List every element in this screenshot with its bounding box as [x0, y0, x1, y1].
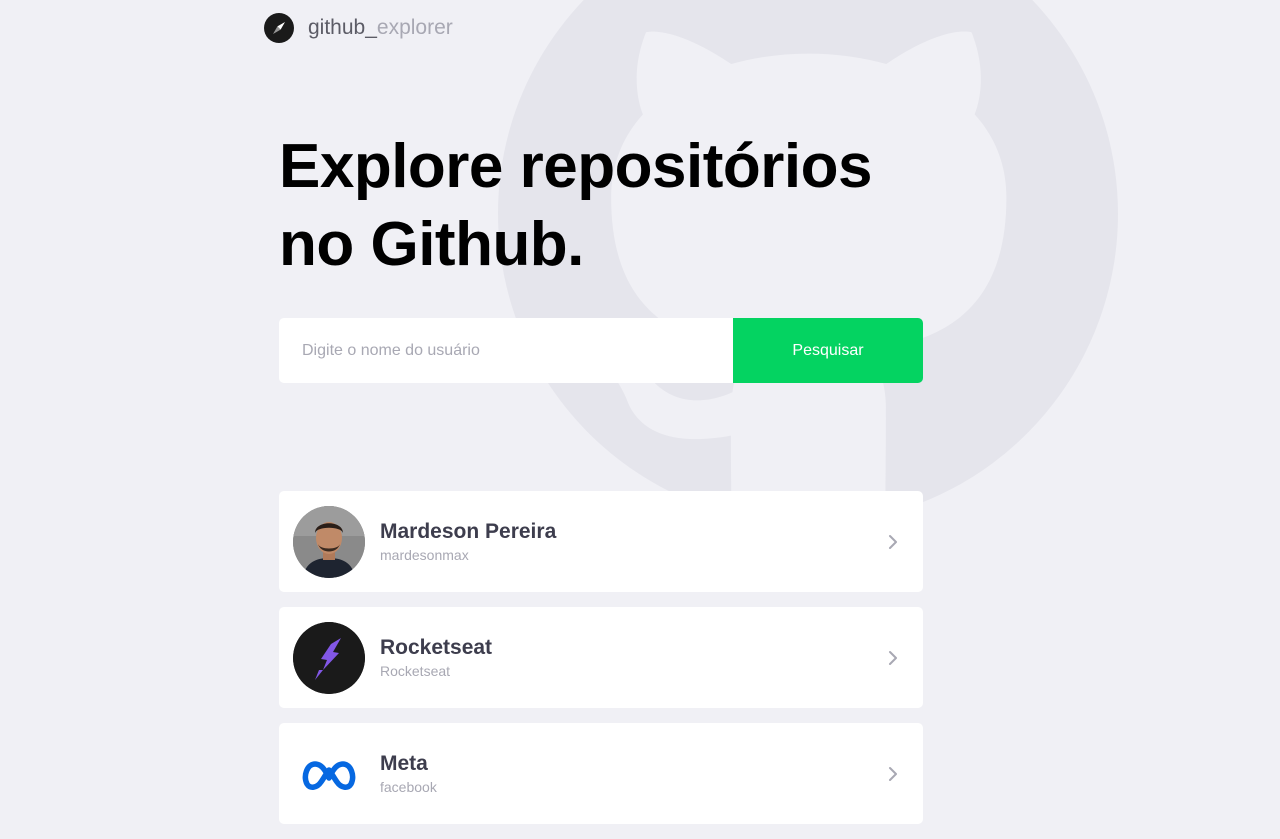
user-login: Rocketseat — [380, 663, 451, 679]
app-logo[interactable]: github_explorer — [264, 13, 453, 43]
user-info: Meta facebook — [380, 751, 883, 796]
logo-text-secondary: explorer — [376, 16, 453, 39]
user-list: Mardeson Pereira mardesonmax Rocketseat … — [279, 491, 923, 839]
chevron-right-icon — [889, 650, 897, 665]
logo-text-main: github_ — [308, 16, 377, 39]
user-login: mardesonmax — [380, 547, 469, 563]
user-info: Rocketseat Rocketseat — [380, 635, 883, 680]
page-title: Explore repositórios no Github. — [279, 128, 919, 284]
user-login: facebook — [380, 779, 437, 795]
chevron-right-icon — [889, 534, 897, 549]
user-card-facebook[interactable]: Meta facebook — [279, 723, 923, 824]
logo-text: github_explorer — [308, 13, 453, 43]
person-photo-icon — [293, 505, 365, 578]
search-input[interactable] — [279, 318, 733, 383]
user-name: Mardeson Pereira — [380, 520, 557, 543]
avatar — [293, 505, 365, 578]
user-card-mardesonmax[interactable]: Mardeson Pereira mardesonmax — [279, 491, 923, 592]
chevron-right-icon — [889, 766, 897, 781]
user-name: Rocketseat — [380, 636, 493, 659]
page-title-line2: no Github. — [279, 210, 584, 279]
search-button[interactable]: Pesquisar — [733, 318, 923, 383]
search-form: Pesquisar — [279, 318, 923, 383]
avatar — [293, 737, 365, 810]
page-title-line1: Explore repositórios — [279, 132, 872, 201]
user-info: Mardeson Pereira mardesonmax — [380, 519, 883, 564]
compass-icon — [264, 13, 294, 43]
meta-logo-icon — [302, 760, 356, 790]
rocketseat-logo-icon — [293, 621, 365, 694]
user-card-rocketseat[interactable]: Rocketseat Rocketseat — [279, 607, 923, 708]
user-name: Meta — [380, 752, 428, 775]
avatar — [293, 621, 365, 694]
